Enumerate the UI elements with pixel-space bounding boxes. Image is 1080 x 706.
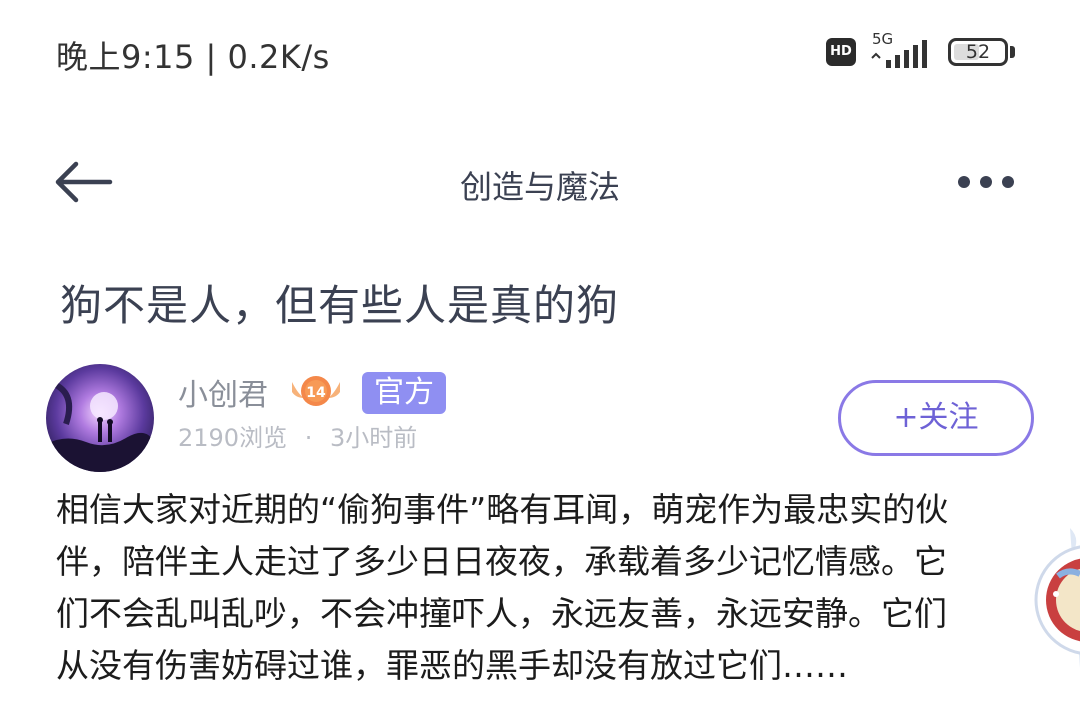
view-count: 2190浏览: [178, 424, 288, 452]
more-dots-icon: [958, 176, 1014, 188]
body-line: 相信大家对近期的“偷狗事件”略有耳闻，萌宠作为最忠实的伙: [56, 490, 949, 529]
post-time: 3小时前: [330, 424, 418, 452]
body-line: 从没有伤害妨碍过谁，罪恶的黑手却没有放过它们……: [56, 646, 848, 685]
status-time-speed: 晚上9:15 | 0.2K/s: [56, 38, 330, 76]
page-title: 创造与魔法: [459, 168, 620, 206]
body-line: 们不会乱叫乱吵，不会冲撞吓人，永远友善，永远安静。它们: [56, 594, 947, 633]
follow-button[interactable]: +关注: [838, 380, 1034, 456]
nav-bar: 创造与魔法: [0, 140, 1080, 224]
floating-mascot-button[interactable]: [1030, 528, 1080, 668]
body-line: 伴，陪伴主人走过了多少日日夜夜，承载着多少记忆情感。它: [56, 542, 947, 581]
official-badge: 官方: [362, 372, 446, 414]
hd-icon: HD: [826, 38, 856, 66]
post-title: 狗不是人，但有些人是真的狗: [60, 281, 620, 330]
more-button[interactable]: [954, 170, 1018, 194]
battery-level-text: 52: [965, 41, 991, 63]
avatar-image: [46, 381, 154, 472]
level-wings-icon: 14: [292, 376, 340, 406]
meta-separator: ·: [304, 424, 313, 452]
battery-tip: [1010, 46, 1015, 58]
mascot-icon: [1034, 528, 1080, 668]
post-meta: 2190浏览 · 3小时前: [178, 418, 417, 453]
author-name[interactable]: 小创君: [178, 370, 268, 414]
level-number: 14: [306, 385, 326, 401]
avatar[interactable]: [46, 364, 154, 472]
battery-icon: 52: [948, 38, 1008, 66]
level-badge: 14: [288, 368, 344, 414]
status-bar: 晚上9:15 | 0.2K/s HD 5G 52: [0, 0, 1080, 100]
signal-icon: [871, 40, 927, 68]
post-body: 相信大家对近期的“偷狗事件”略有耳闻，萌宠作为最忠实的伙 伴，陪伴主人走过了多少…: [56, 484, 1026, 692]
